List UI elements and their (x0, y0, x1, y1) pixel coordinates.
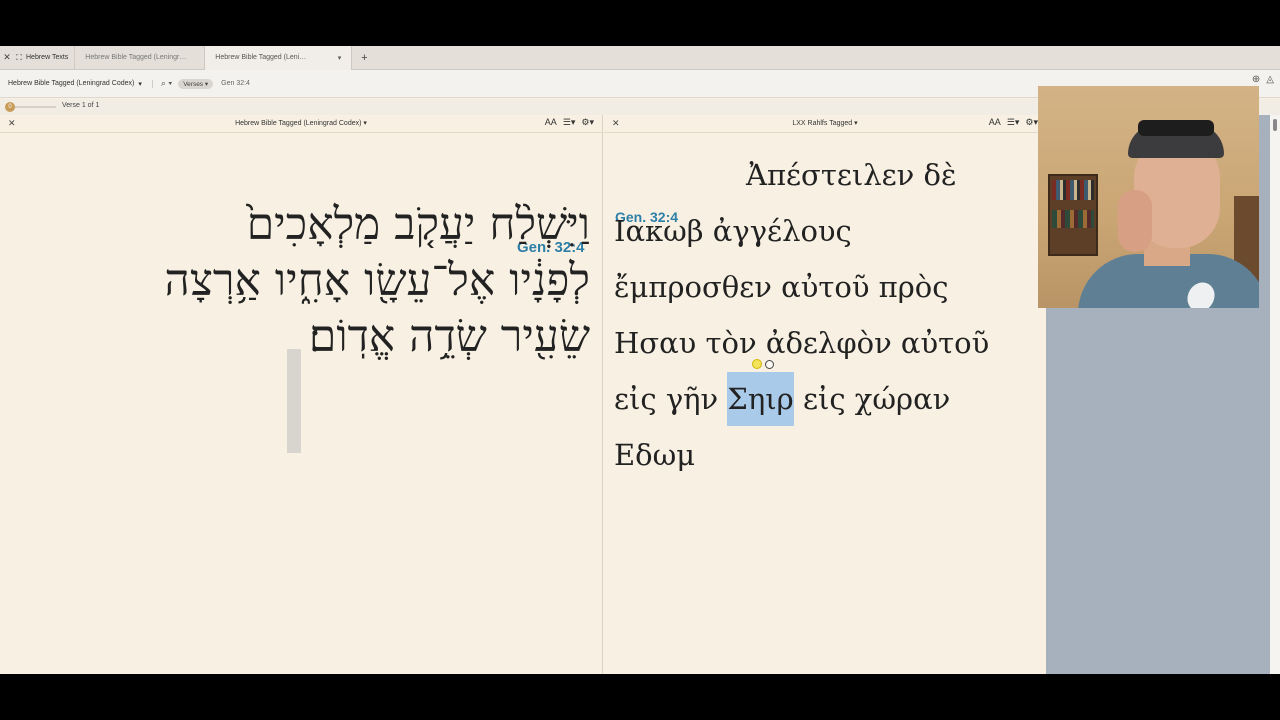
close-icon[interactable]: ✕ (0, 52, 14, 63)
hebrew-line[interactable]: לְפָנָ֔יו אֶל־עֵשָׂ֖ו אָחִ֑יו אַ֥רְצָה (30, 253, 590, 309)
resource-label: Hebrew Bible Tagged (Leningrad Codex) (8, 80, 135, 87)
verse-slider-thumb[interactable]: 0 (5, 102, 15, 112)
text-size-icon[interactable]: AA (545, 117, 557, 128)
chevron-down-icon[interactable]: ▾ (338, 54, 342, 62)
pane-title[interactable]: Hebrew Bible Tagged (Leningrad Codex) ▾ (0, 119, 602, 127)
greek-line[interactable]: ἔμπροσθεν αὐτοῦ πρὸς (614, 259, 1034, 315)
reference-input[interactable]: Gen 32:4 (221, 80, 250, 87)
gear-icon[interactable]: ⚙▾ (581, 117, 594, 128)
hebrew-line[interactable]: שֵׂעִ֖יר שְׂדֵ֥ה אֱדֽוֹם׃ (30, 309, 590, 365)
add-icon[interactable]: ⊕ (1252, 74, 1260, 85)
mode-label: Verses (183, 80, 204, 88)
tab-hebrew-bible-1[interactable]: Hebrew Bible Tagged (Leningr… (74, 46, 204, 70)
pane-title[interactable]: LXX Rahlfs Tagged ▾ (604, 119, 1046, 127)
scrollbar-thumb[interactable] (1273, 119, 1277, 131)
verse-slider-track[interactable] (8, 106, 56, 108)
hebrew-pane: ✕ Hebrew Bible Tagged (Leningrad Codex) … (0, 115, 603, 674)
sync-icon[interactable]: ◬ (1266, 74, 1274, 85)
pane-tools: AA ☰▾ ⚙▾ (989, 117, 1038, 128)
greek-pane-header: ✕ LXX Rahlfs Tagged ▾ AA ☰▾ ⚙▾ (604, 115, 1046, 133)
text-cursor-highlight (287, 349, 301, 453)
hebrew-text[interactable]: וַיִּשְׁלַ֨ח יַעֲקֹ֤ב מַלְאָכִים֙ לְפָנָ… (30, 197, 590, 365)
greek-line[interactable]: Ιακωβ ἀγγέλους (614, 203, 1034, 259)
pointer-ring-icon (765, 360, 774, 369)
greek-line[interactable]: Ησαυ τὸν ἀδελφὸν αὐτοῦ (614, 315, 1034, 371)
tab-group-hebrew-texts[interactable]: Hebrew Texts (24, 46, 74, 70)
verse-count: Verse 1 of 1 (62, 102, 100, 109)
search-icon[interactable]: ⌕ ▾ (161, 78, 172, 89)
tab-label: Hebrew Bible Tagged (Leningr… (85, 54, 187, 61)
screen: ✕ ⛶ Hebrew Texts Hebrew Bible Tagged (Le… (0, 0, 1280, 720)
greek-word[interactable]: εἰς χώραν (794, 382, 950, 416)
books (1052, 180, 1094, 200)
format-icon[interactable]: ☰▾ (1007, 117, 1020, 128)
tab-label: Hebrew Bible Tagged (Leni… (215, 54, 307, 61)
hebrew-line[interactable]: וַיִּשְׁלַ֨ח יַעֲקֹ֤ב מַלְאָכִים֙ (30, 197, 590, 253)
selected-word-seir[interactable]: Σηιρ (727, 372, 794, 426)
greek-pane: ✕ LXX Rahlfs Tagged ▾ AA ☰▾ ⚙▾ Gen. 32:4… (604, 115, 1046, 674)
sunglasses (1138, 120, 1214, 136)
presenter-hand (1118, 190, 1152, 252)
books (1052, 210, 1094, 228)
greek-line[interactable]: εἰς γῆν Σηιρ εἰς χώραν (614, 371, 1034, 427)
format-icon[interactable]: ☰▾ (563, 117, 576, 128)
tab-group-label: Hebrew Texts (26, 54, 69, 61)
greek-line[interactable]: Εδωμ (614, 427, 1034, 483)
mode-selector[interactable]: Verses ▾ (178, 78, 214, 89)
tab-bar: ✕ ⛶ Hebrew Texts Hebrew Bible Tagged (Le… (0, 46, 1280, 70)
resource-select[interactable]: Hebrew Bible Tagged (Leningrad Codex) ▾ (8, 79, 153, 88)
greek-line[interactable]: Ἀπέστειλεν δὲ (614, 147, 1034, 203)
greek-word[interactable]: εἰς γῆν (614, 382, 727, 416)
text-size-icon[interactable]: AA (989, 117, 1001, 128)
pane-title-text: LXX Rahlfs Tagged (792, 120, 853, 127)
add-tab-button[interactable]: + (352, 52, 376, 64)
chevron-down-icon: ▾ (138, 80, 142, 88)
mouse-pointer-icon (752, 359, 762, 369)
scrollbar[interactable] (1270, 115, 1280, 674)
expand-icon[interactable]: ⛶ (14, 53, 24, 63)
hebrew-pane-header: ✕ Hebrew Bible Tagged (Leningrad Codex) … (0, 115, 602, 133)
tab-hebrew-bible-2[interactable]: Hebrew Bible Tagged (Leni… ▾ (204, 46, 353, 70)
gear-icon[interactable]: ⚙▾ (1025, 117, 1038, 128)
pane-title-text: Hebrew Bible Tagged (Leningrad Codex) (235, 120, 362, 127)
toolbar-right-icons: ⊕ ◬ (1252, 74, 1274, 85)
pane-tools: AA ☰▾ ⚙▾ (545, 117, 594, 128)
greek-text[interactable]: Ἀπέστειλεν δὲ Ιακωβ ἀγγέλους ἔμπροσθεν α… (614, 147, 1034, 483)
webcam-overlay (1038, 86, 1259, 308)
